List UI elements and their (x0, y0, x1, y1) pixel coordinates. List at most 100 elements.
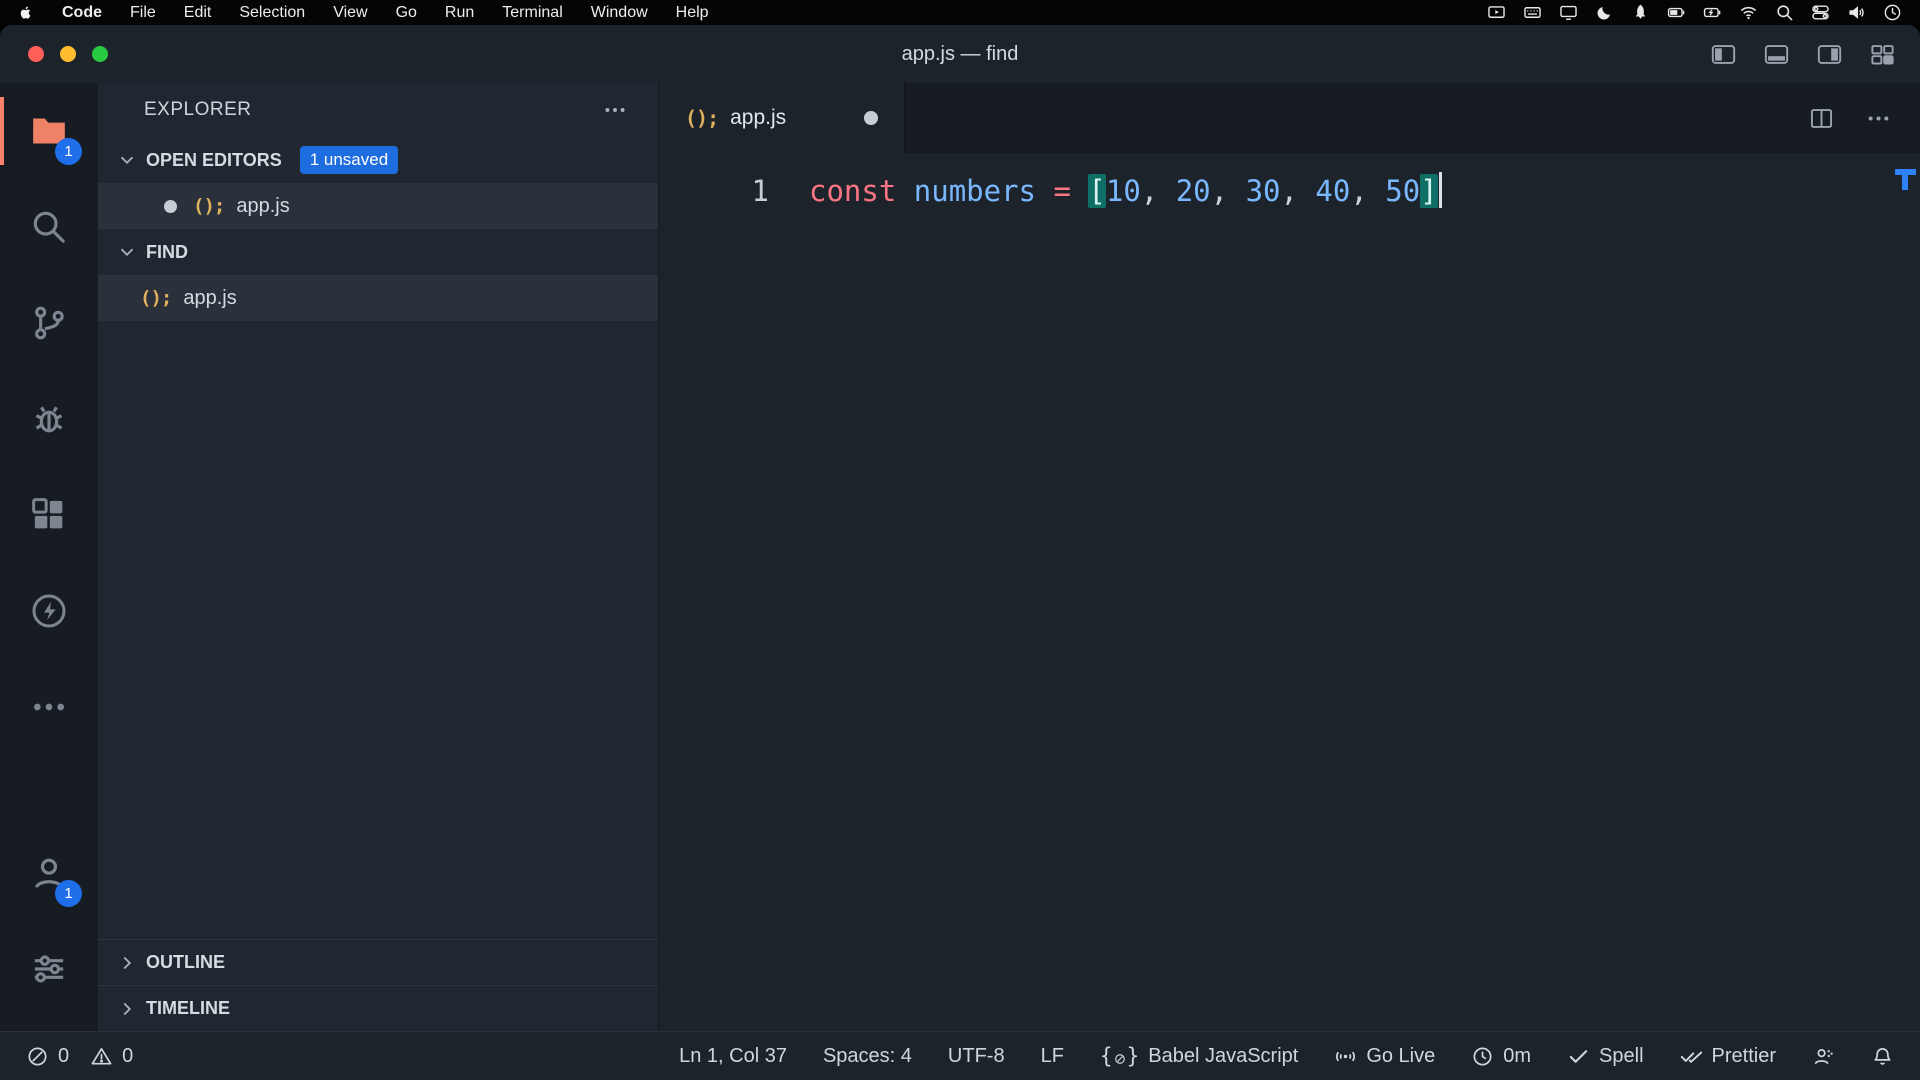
braces-icon: {} (1100, 1044, 1139, 1068)
zoom-window-button[interactable] (92, 46, 108, 62)
language-mode-status[interactable]: {} Babel JavaScript (1100, 1044, 1298, 1068)
line-number: 1 (659, 167, 769, 215)
eol-status[interactable]: LF (1041, 1045, 1064, 1068)
menu-selection[interactable]: Selection (239, 4, 305, 22)
spell-status[interactable]: Spell (1567, 1045, 1643, 1068)
open-editors-label: OPEN EDITORS (146, 150, 282, 171)
search-activity-button[interactable] (0, 179, 98, 275)
spotlight-search-icon[interactable] (1775, 3, 1794, 22)
tab-modified-dot-icon[interactable] (864, 111, 878, 125)
editor-group: (); app.js 1 const numbers = [10, 20, 30… (658, 83, 1920, 1031)
explorer-activity-button[interactable]: 1 (0, 83, 98, 179)
open-editors-section-header[interactable]: OPEN EDITORS 1 unsaved (98, 137, 658, 183)
file-name: app.js (183, 287, 236, 310)
views-more-actions-icon[interactable] (602, 97, 628, 123)
title-bar[interactable]: app.js — find (0, 25, 1920, 83)
battery-icon[interactable] (1667, 3, 1686, 22)
minimize-window-button[interactable] (60, 46, 76, 62)
encoding-status[interactable]: UTF-8 (948, 1045, 1005, 1068)
display-icon[interactable] (1559, 3, 1578, 22)
toggle-panel-icon[interactable] (1763, 41, 1790, 68)
screen-mirroring-icon[interactable] (1487, 3, 1506, 22)
file-item-app-js[interactable]: (); app.js (98, 275, 658, 321)
window-title: app.js — find (902, 43, 1019, 66)
accounts-button[interactable]: 1 (0, 825, 98, 921)
menu-run[interactable]: Run (445, 4, 474, 22)
warning-icon (90, 1045, 113, 1068)
notifications-bell-icon[interactable] (1871, 1045, 1894, 1068)
menu-code[interactable]: Code (62, 4, 102, 22)
extensions-activity-button[interactable] (0, 467, 98, 563)
source-control-activity-button[interactable] (0, 275, 98, 371)
menu-terminal[interactable]: Terminal (502, 4, 562, 22)
clock-icon (1471, 1045, 1494, 1068)
settings-sliders-icon (29, 949, 69, 989)
clock-icon[interactable] (1883, 3, 1902, 22)
folder-section-header[interactable]: FIND (98, 229, 658, 275)
customize-layout-icon[interactable] (1869, 41, 1896, 68)
folder-name-label: FIND (146, 242, 188, 263)
wifi-icon[interactable] (1739, 3, 1758, 22)
token-value-5: 50 (1385, 174, 1420, 208)
menu-go[interactable]: Go (396, 4, 417, 22)
feedback-person-icon[interactable] (1812, 1045, 1835, 1068)
sound-icon[interactable] (1847, 3, 1866, 22)
sidebar-title: EXPLORER (144, 99, 251, 121)
battery-charging-icon[interactable] (1703, 3, 1722, 22)
indentation-status[interactable]: Spaces: 4 (823, 1045, 912, 1068)
token-value-4: 40 (1315, 174, 1350, 208)
rocket-icon[interactable] (1631, 3, 1650, 22)
code-editor[interactable]: 1 const numbers = [10, 20, 30, 40, 50] (659, 153, 1920, 1031)
problems-status-item[interactable]: 0 0 (26, 1045, 133, 1068)
timeline-section-header[interactable]: TIMELINE (98, 985, 658, 1031)
broadcast-icon (1334, 1045, 1357, 1068)
javascript-file-icon: (); (685, 106, 718, 130)
editor-more-actions-icon[interactable] (1865, 105, 1892, 132)
token-open-bracket: [ (1088, 174, 1105, 208)
accounts-badge: 1 (55, 880, 82, 907)
token-value-2: 20 (1176, 174, 1211, 208)
toggle-primary-sidebar-icon[interactable] (1710, 41, 1737, 68)
thunder-client-activity-button[interactable] (0, 563, 98, 659)
outline-section-header[interactable]: OUTLINE (98, 939, 658, 985)
keyboard-icon[interactable] (1523, 3, 1542, 22)
split-editor-icon[interactable] (1808, 105, 1835, 132)
more-activity-button[interactable] (0, 659, 98, 755)
manage-settings-button[interactable] (0, 921, 98, 1017)
window-controls (0, 46, 108, 62)
warning-count: 0 (122, 1045, 133, 1068)
javascript-file-icon: (); (140, 287, 171, 309)
double-check-icon (1680, 1045, 1703, 1068)
apple-menu-icon[interactable] (18, 3, 34, 22)
run-debug-activity-button[interactable] (0, 371, 98, 467)
tab-app-js[interactable]: (); app.js (659, 83, 905, 153)
token-value-3: 30 (1246, 174, 1281, 208)
menu-help[interactable]: Help (676, 4, 709, 22)
menu-view[interactable]: View (333, 4, 367, 22)
prettier-status[interactable]: Prettier (1680, 1045, 1776, 1068)
menu-edit[interactable]: Edit (184, 4, 212, 22)
chevron-down-icon (116, 149, 138, 171)
go-live-status[interactable]: Go Live (1334, 1045, 1435, 1068)
active-indicator (0, 97, 4, 165)
error-icon (26, 1045, 49, 1068)
open-editor-item-app-js[interactable]: (); app.js (98, 183, 658, 229)
javascript-file-icon: (); (193, 195, 224, 217)
code-line-1[interactable]: const numbers = [10, 20, 30, 40, 50] (809, 167, 1442, 215)
moon-icon[interactable] (1595, 3, 1614, 22)
toggle-secondary-sidebar-icon[interactable] (1816, 41, 1843, 68)
control-center-icon[interactable] (1811, 3, 1830, 22)
menu-file[interactable]: File (130, 4, 156, 22)
modified-dot-icon[interactable] (164, 200, 177, 213)
timer-status[interactable]: 0m (1471, 1045, 1531, 1068)
outline-label: OUTLINE (146, 952, 225, 973)
cursor-position-status[interactable]: Ln 1, Col 37 (679, 1045, 787, 1068)
debug-icon (29, 399, 69, 439)
token-keyword: const (809, 174, 896, 208)
text-cursor (1439, 172, 1442, 208)
explorer-badge: 1 (55, 138, 82, 165)
macos-menu-bar: Code File Edit Selection View Go Run Ter… (0, 0, 1920, 25)
close-window-button[interactable] (28, 46, 44, 62)
menu-window[interactable]: Window (591, 4, 648, 22)
vscode-window: app.js — find 1 (0, 25, 1920, 1080)
